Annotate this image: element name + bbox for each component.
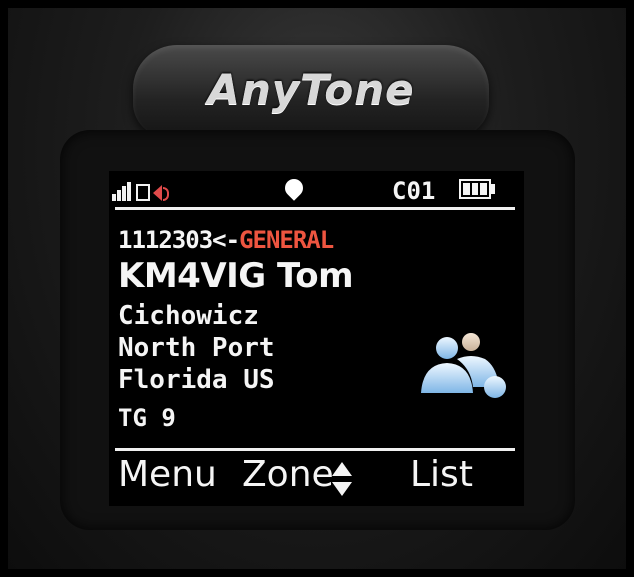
zone-softkey[interactable]: Zone — [242, 453, 334, 497]
speaker-icon — [153, 185, 162, 201]
status-bar: C01 — [109, 171, 524, 209]
list-softkey[interactable]: List — [410, 453, 473, 497]
radio-display: C01 1112303<-GENERAL KM4VIG Tom Cichowic… — [109, 171, 524, 506]
talkgroup-name: GENERAL — [239, 226, 334, 254]
signal-strength-icon — [112, 181, 132, 201]
caller-city: North Port — [118, 333, 275, 363]
gps-pin-icon — [281, 175, 307, 201]
photo-frame: AnyTone C01 1112303<-GENERAL KM4VIG Tom … — [0, 0, 634, 577]
speaker-wave-icon — [163, 187, 169, 201]
up-down-arrows-icon[interactable] — [332, 462, 352, 496]
call-separator: <- — [212, 226, 240, 254]
sd-card-icon — [136, 184, 150, 201]
channel-indicator: C01 — [392, 177, 436, 205]
radio-id: 1112303 — [118, 226, 213, 254]
callsign-name: KM4VIG Tom — [118, 256, 354, 296]
caller-id-line: 1112303<-GENERAL — [118, 226, 334, 254]
caller-surname: Cichowicz — [118, 301, 259, 331]
caller-region: Florida US — [118, 365, 275, 395]
status-icons-left — [112, 179, 169, 201]
softkey-bar: Menu Zone List — [109, 453, 524, 503]
brand-plate: AnyTone — [133, 45, 489, 137]
status-divider — [115, 207, 515, 210]
menu-softkey[interactable]: Menu — [118, 453, 217, 497]
softkey-divider — [115, 448, 515, 451]
group-contact-icon — [421, 333, 506, 398]
talkgroup-label: TG 9 — [118, 404, 176, 432]
battery-tip — [491, 184, 495, 194]
brand-logo: AnyTone — [207, 65, 415, 114]
battery-icon — [459, 179, 491, 199]
